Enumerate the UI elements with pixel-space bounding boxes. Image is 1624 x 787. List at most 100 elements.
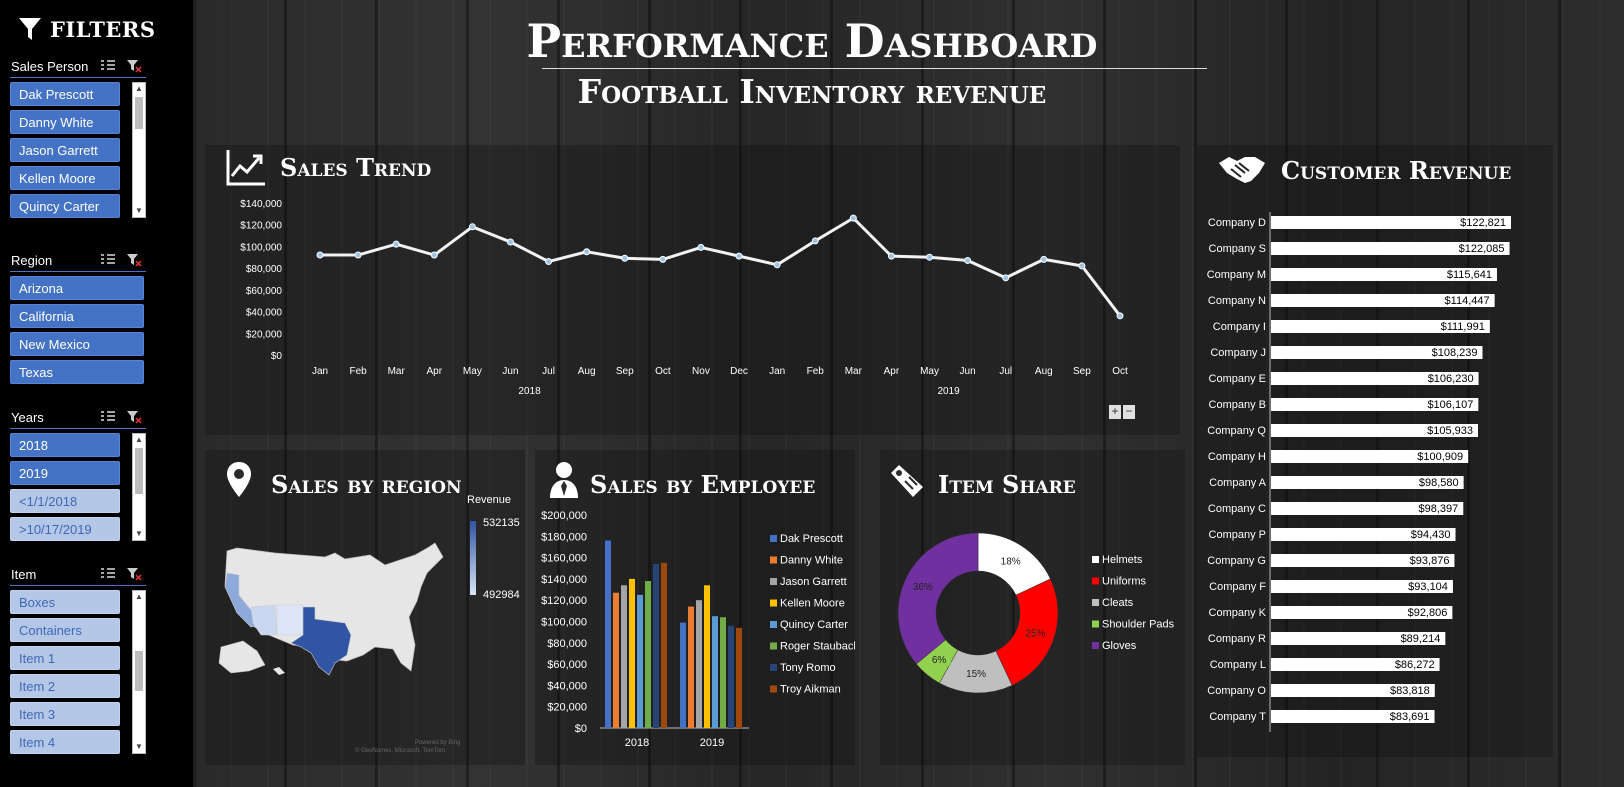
legend-entry: Quincy Carter <box>780 619 848 631</box>
slicer-item[interactable]: Item 2 <box>10 674 120 698</box>
category-label: Company M <box>1207 269 1266 281</box>
scroll-up-icon[interactable]: ▲ <box>133 591 145 603</box>
legend-entry: Tony Romo <box>780 662 836 674</box>
employee-bar <box>720 617 726 728</box>
x-tick-label: Sep <box>1073 366 1091 377</box>
multi-select-icon[interactable] <box>100 409 116 423</box>
slicer-items: Boxes Containers Item 1 Item 2 Item 3 Item 4 ▲… <box>10 590 146 758</box>
data-point <box>506 238 514 246</box>
data-label: $122,085 <box>1459 243 1505 255</box>
slicer-item[interactable]: Boxes <box>10 590 120 614</box>
legend-swatch <box>770 664 777 671</box>
data-label: $93,104 <box>1408 581 1448 593</box>
scroll-down-icon[interactable]: ▼ <box>133 741 145 753</box>
data-label: $106,230 <box>1428 373 1474 385</box>
price-tag-icon <box>891 465 923 497</box>
employee-bar <box>688 606 694 728</box>
slicer-header: Region <box>10 249 146 272</box>
scroll-down-icon[interactable]: ▼ <box>133 528 145 540</box>
data-label: $94,430 <box>1411 529 1451 541</box>
multi-select-icon[interactable] <box>100 566 116 580</box>
slicer-scrollbar[interactable]: ▲ ▼ <box>132 590 146 754</box>
scroll-thumb[interactable] <box>135 448 143 494</box>
employee-bar <box>653 563 659 728</box>
slicer-title: Region <box>11 252 53 268</box>
slicer-item[interactable]: 2018 <box>10 433 120 457</box>
handshake-icon <box>1219 157 1265 183</box>
x-tick-label: Jul <box>542 366 555 377</box>
slicer-scrollbar[interactable]: ▲ ▼ <box>132 433 146 541</box>
data-point <box>697 243 705 251</box>
y-tick-label: $60,000 <box>246 286 283 297</box>
clear-filter-icon[interactable] <box>126 566 142 582</box>
slicer-region: Region Arizona California New Mexico Texas <box>10 249 146 388</box>
legend-entry: Helmets <box>1102 554 1143 566</box>
data-point <box>1040 255 1048 263</box>
series-line <box>320 216 1122 317</box>
x-tick-label: Jan <box>312 366 328 377</box>
sales-by-employee-title: Sales by Employee <box>590 470 816 499</box>
category-label: Company F <box>1209 581 1266 593</box>
category-label: Company B <box>1209 399 1266 411</box>
x-tick-label: Oct <box>1112 366 1128 377</box>
category-label: Company H <box>1208 451 1266 463</box>
slicer-item[interactable]: Danny White <box>10 110 120 134</box>
map-legend-min: 492984 <box>483 589 520 601</box>
data-point <box>621 254 629 262</box>
x-tick-label: 2019 <box>700 737 724 749</box>
slicer-item[interactable]: Arizona <box>10 276 144 300</box>
employee-bar <box>645 581 651 728</box>
data-label: $100,909 <box>1417 451 1463 463</box>
slicer-item[interactable]: California <box>10 304 144 328</box>
slicer-item[interactable]: Item 4 <box>10 730 120 754</box>
data-point <box>964 256 972 264</box>
collapse-field-button[interactable]: − <box>1123 405 1135 419</box>
slicer-item[interactable]: Item 3 <box>10 702 120 726</box>
data-point <box>468 223 476 231</box>
y-tick-label: $120,000 <box>541 595 587 607</box>
employee-bar <box>704 585 710 728</box>
item-share-chart: 18% 25% 15% 6% 36% Helmets Uniforms Cleats Shoul… <box>897 532 1175 694</box>
category-label: Company K <box>1209 607 1267 619</box>
map-credit: Powered by Bing <box>415 740 460 746</box>
data-point <box>1078 262 1086 270</box>
employee-bar <box>680 622 686 728</box>
slicer-item[interactable]: 2019 <box>10 461 120 485</box>
legend-swatch <box>1092 556 1099 563</box>
scroll-down-icon[interactable]: ▼ <box>133 205 145 217</box>
slicer-item[interactable]: Containers <box>10 618 120 642</box>
slicer-item[interactable]: >10/17/2019 <box>10 517 120 541</box>
slicer-item[interactable]: Item 1 <box>10 646 120 670</box>
slicer-item[interactable]: Kellen Moore <box>10 166 120 190</box>
slicer-header: Item <box>10 563 146 586</box>
y-tick-label: $40,000 <box>547 680 587 692</box>
customer-revenue-chart: Company D $122,821 Company S $122,085 Compan… <box>1207 212 1511 732</box>
x-tick-label: Jun <box>960 366 976 377</box>
employee-bar <box>629 578 635 728</box>
slicer-item[interactable]: Jason Garrett <box>10 138 120 162</box>
legend-entry: Gloves <box>1102 640 1137 652</box>
slicer-item[interactable]: Texas <box>10 360 144 384</box>
x-tick-label: Apr <box>884 366 900 377</box>
data-label: $122,821 <box>1460 217 1506 229</box>
category-label: Company O <box>1207 685 1266 697</box>
slicer-item[interactable]: New Mexico <box>10 332 144 356</box>
category-label: Company E <box>1209 373 1266 385</box>
data-label: 6% <box>932 655 947 666</box>
y-tick-label: $40,000 <box>246 308 283 319</box>
slicer-item[interactable]: <1/1/2018 <box>10 489 120 513</box>
slicer-item[interactable]: Quincy Carter <box>10 194 120 218</box>
expand-field-button[interactable]: + <box>1109 405 1121 419</box>
slicer-title: Years <box>11 409 44 425</box>
scroll-up-icon[interactable]: ▲ <box>133 434 145 446</box>
clear-filter-icon[interactable] <box>126 409 142 425</box>
clear-filter-icon[interactable] <box>126 252 142 268</box>
multi-select-icon[interactable] <box>100 252 116 266</box>
data-label: $83,818 <box>1390 685 1430 697</box>
scroll-thumb[interactable] <box>135 651 143 691</box>
donut-slice <box>897 532 979 665</box>
category-label: Company N <box>1208 295 1266 307</box>
data-label: $98,397 <box>1419 503 1459 515</box>
x-tick-label: Apr <box>427 366 443 377</box>
employee-bar <box>605 540 611 728</box>
